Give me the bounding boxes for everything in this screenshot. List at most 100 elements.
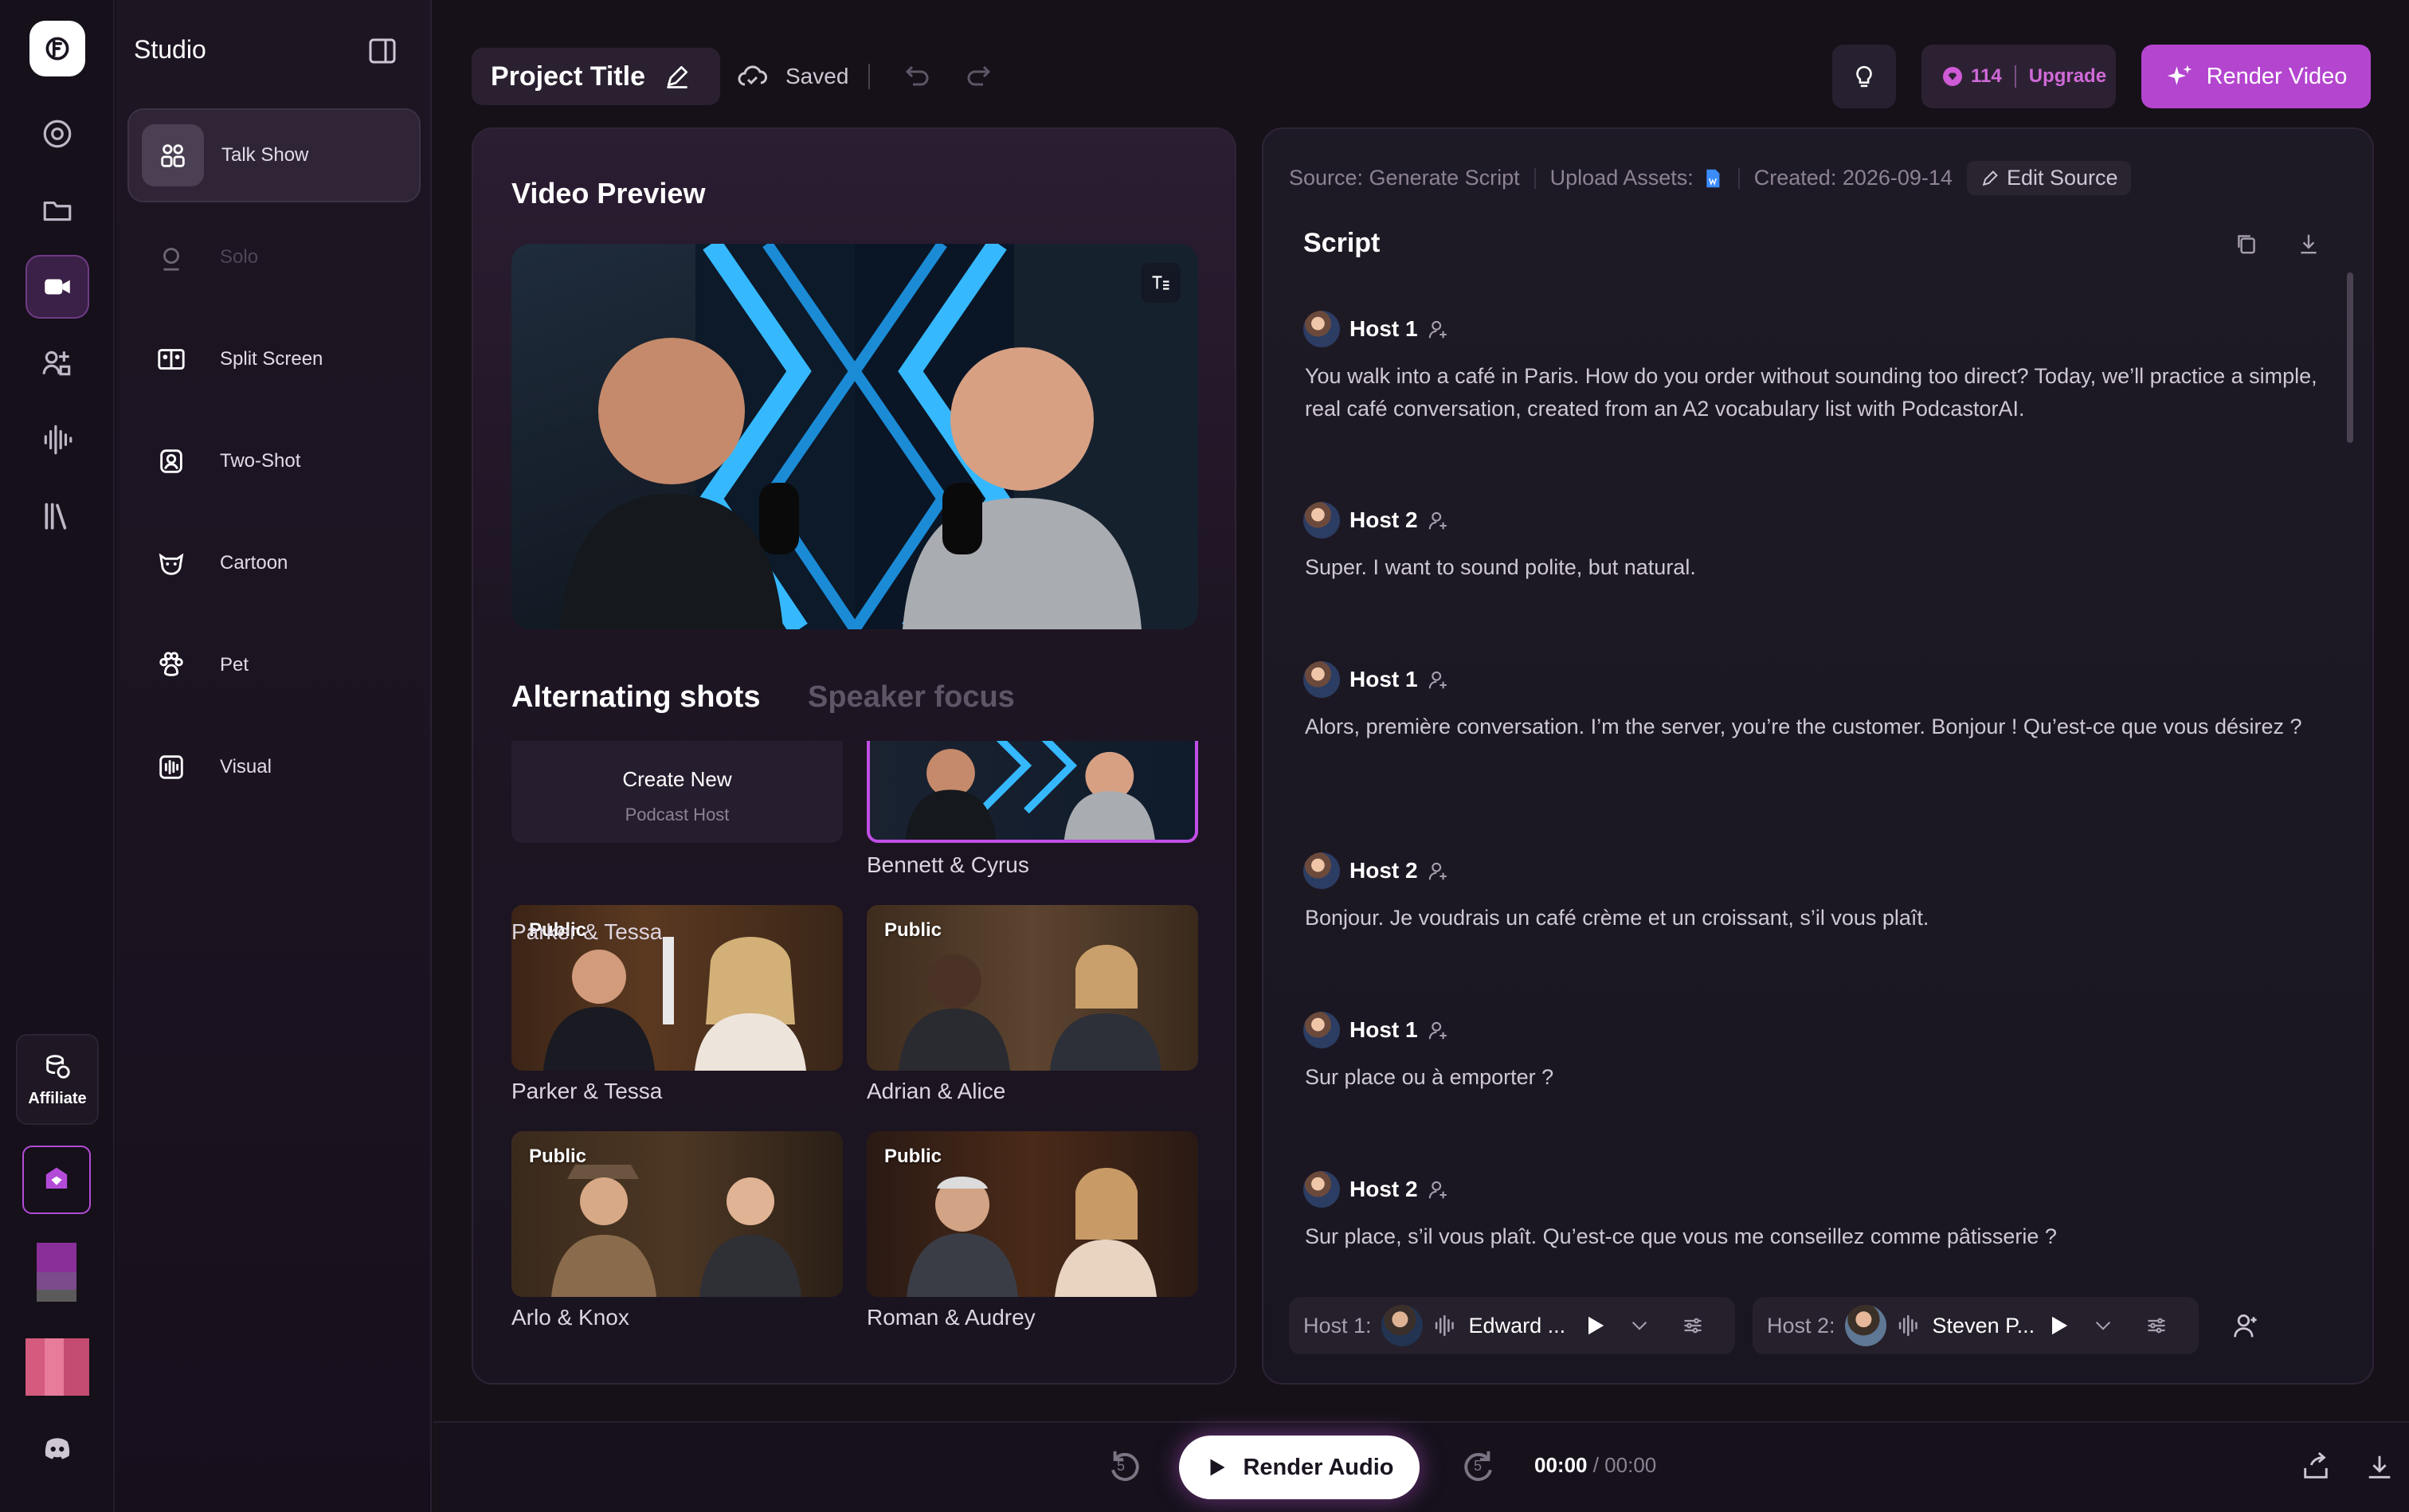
skip-back-seconds: 5 xyxy=(1117,1458,1126,1474)
host-name: Parker & Tessa xyxy=(511,919,663,944)
manage-speakers-icon[interactable] xyxy=(2232,1311,2261,1340)
host-name: Bennett & Cyrus xyxy=(867,852,1029,877)
host-grid: Create New Podcast Host Bennett & Cyrus … xyxy=(511,741,1198,1362)
app-logo-icon[interactable] xyxy=(29,21,85,76)
video-camera-icon[interactable] xyxy=(25,255,89,319)
script-scrollbar[interactable] xyxy=(2347,272,2353,443)
user-avatar-secondary[interactable] xyxy=(25,1338,89,1396)
script-line-text[interactable]: Bonjour. Je voudrais un café crème et un… xyxy=(1305,902,2340,934)
script-line-text[interactable]: Sur place ou à emporter ? xyxy=(1305,1061,2340,1094)
studio-item-visual[interactable]: Visual xyxy=(127,720,421,814)
script-speaker[interactable]: Host 2 xyxy=(1303,1171,1450,1208)
user-avatar[interactable] xyxy=(37,1243,76,1302)
play-icon[interactable] xyxy=(1582,1313,1608,1338)
credits-upgrade-button[interactable]: 114 Upgrade xyxy=(1921,45,2116,108)
host-tile-bennett-cyrus[interactable] xyxy=(867,741,1198,843)
studio-item-two-shot[interactable]: Two-Shot xyxy=(127,414,421,508)
speaker-settings-icon[interactable] xyxy=(1428,860,1450,882)
visual-icon xyxy=(140,736,202,798)
voice-name: Steven P... xyxy=(1932,1313,2035,1338)
avatars-icon[interactable] xyxy=(25,331,89,395)
script-speaker[interactable]: Host 1 xyxy=(1303,311,1450,347)
script-line-text[interactable]: Alors, première conversation. I’m the se… xyxy=(1305,711,2340,743)
skip-forward-seconds: 5 xyxy=(1474,1458,1483,1474)
sliders-icon[interactable] xyxy=(1681,1314,1705,1338)
skip-back-5-icon[interactable]: 5 xyxy=(1103,1445,1144,1487)
sparkle-icon xyxy=(2167,65,2192,85)
script-line-text[interactable]: You walk into a café in Paris. How do yo… xyxy=(1305,360,2340,425)
chevron-down-icon[interactable] xyxy=(2092,1314,2114,1337)
chevron-down-icon[interactable] xyxy=(1628,1314,1651,1337)
library-icon[interactable] xyxy=(25,484,89,548)
host-tile-adrian-alice[interactable]: Public xyxy=(867,905,1198,1071)
time-separator: / xyxy=(1587,1453,1605,1477)
audio-waveform-icon[interactable] xyxy=(25,408,89,472)
download-script-icon[interactable] xyxy=(2296,231,2321,257)
studio-item-split-screen[interactable]: Split Screen xyxy=(127,312,421,406)
folder-icon[interactable] xyxy=(25,178,89,242)
script-speaker[interactable]: Host 2 xyxy=(1303,502,1450,539)
audio-waveform-icon xyxy=(1898,1314,1917,1337)
sliders-icon[interactable] xyxy=(2145,1314,2168,1338)
tab-alternating-shots[interactable]: Alternating shots xyxy=(511,680,760,715)
studio-item-label: Solo xyxy=(220,246,259,268)
script-speaker[interactable]: Host 1 xyxy=(1303,1012,1450,1048)
skip-forward-5-icon[interactable]: 5 xyxy=(1459,1445,1501,1487)
captions-toggle-icon[interactable] xyxy=(1141,263,1181,303)
host-thumbnail xyxy=(905,741,1155,840)
speaker-name: Host 2 xyxy=(1349,858,1418,883)
premium-button[interactable] xyxy=(22,1146,91,1214)
host2-voice-selector[interactable]: Host 2: Steven P... xyxy=(1753,1297,2199,1354)
home-icon[interactable] xyxy=(25,102,89,166)
studio-item-pet[interactable]: Pet xyxy=(127,618,421,712)
project-title-field[interactable]: Project Title xyxy=(472,48,720,105)
host-tile-roman-audrey[interactable]: Public xyxy=(867,1131,1198,1297)
studio-panel: Studio Talk Show Solo Split Screen Two-S… xyxy=(116,0,432,1512)
script-speaker[interactable]: Host 2 xyxy=(1303,852,1450,889)
copy-icon[interactable] xyxy=(2234,231,2259,257)
document-icon[interactable] xyxy=(1702,167,1724,190)
studio-item-cartoon[interactable]: Cartoon xyxy=(127,516,421,610)
speaker-name: Host 2 xyxy=(1349,507,1418,532)
speaker-settings-icon[interactable] xyxy=(1428,318,1450,340)
lightbulb-icon xyxy=(1856,65,1872,88)
create-new-host-button[interactable]: Create New Podcast Host xyxy=(511,741,843,843)
script-line-text[interactable]: Sur place, s’il vous plaît. Qu’est-ce qu… xyxy=(1305,1220,2340,1253)
audio-player-bar: 5 Render Audio 5 00:00 / 00:00 xyxy=(433,1421,2409,1512)
collapse-panel-icon[interactable] xyxy=(366,35,398,67)
speaker-name: Host 1 xyxy=(1349,316,1418,341)
edit-source-button[interactable]: Edit Source xyxy=(1966,161,2131,195)
download-audio-icon[interactable] xyxy=(2364,1451,2395,1482)
studio-item-solo: Solo xyxy=(127,210,421,304)
studio-item-talk-show[interactable]: Talk Show xyxy=(127,108,421,202)
speaker-settings-icon[interactable] xyxy=(1428,668,1450,691)
affiliate-button[interactable]: Affiliate xyxy=(16,1034,99,1125)
affiliate-label: Affiliate xyxy=(28,1089,87,1107)
render-audio-button[interactable]: Render Audio xyxy=(1179,1436,1420,1499)
script-speaker[interactable]: Host 1 xyxy=(1303,661,1450,698)
create-new-subtitle: Podcast Host xyxy=(625,804,730,825)
script-panel: Source: Generate Script Upload Assets: C… xyxy=(1262,127,2374,1385)
redo-icon[interactable] xyxy=(964,61,996,92)
host-name: Parker & Tessa xyxy=(511,1079,663,1103)
edit-pencil-icon[interactable] xyxy=(663,62,691,91)
time-total: 00:00 xyxy=(1604,1453,1657,1477)
tab-speaker-focus[interactable]: Speaker focus xyxy=(808,680,1015,715)
video-preview-player[interactable] xyxy=(511,244,1198,629)
play-icon[interactable] xyxy=(2046,1313,2071,1338)
render-video-button[interactable]: Render Video xyxy=(2141,45,2371,108)
cartoon-icon xyxy=(140,532,202,594)
discord-icon[interactable] xyxy=(25,1416,89,1480)
speaker-settings-icon[interactable] xyxy=(1428,509,1450,531)
share-icon[interactable] xyxy=(2301,1451,2331,1482)
host-tile-arlo-knox[interactable]: Public xyxy=(511,1131,843,1297)
tips-button[interactable] xyxy=(1832,45,1896,108)
upgrade-label: Upgrade xyxy=(2028,65,2107,87)
speaker-settings-icon[interactable] xyxy=(1428,1178,1450,1201)
render-audio-label: Render Audio xyxy=(1243,1454,1394,1480)
host1-voice-selector[interactable]: Host 1: Edward ... xyxy=(1289,1297,1735,1354)
undo-icon[interactable] xyxy=(900,61,932,92)
script-line-text[interactable]: Super. I want to sound polite, but natur… xyxy=(1305,551,2340,584)
create-new-title: Create New xyxy=(622,766,732,791)
speaker-settings-icon[interactable] xyxy=(1428,1019,1450,1041)
